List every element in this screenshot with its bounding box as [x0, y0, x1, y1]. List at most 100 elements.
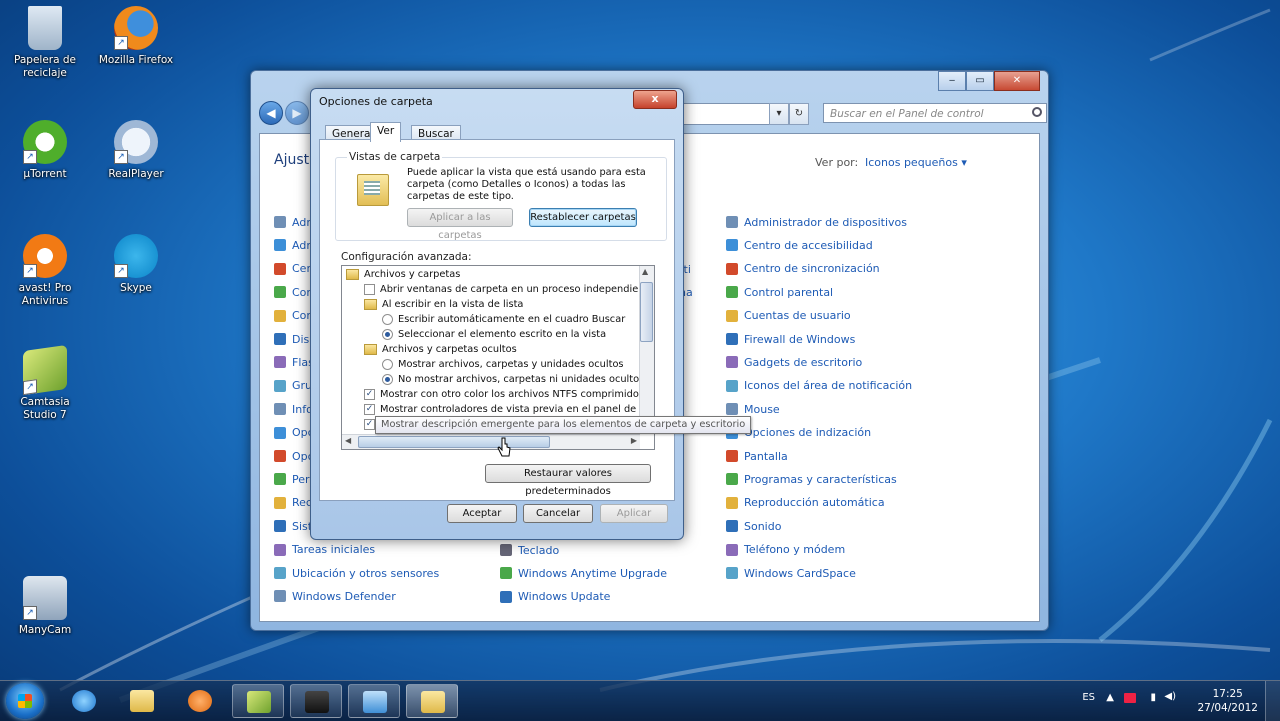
cp-item[interactable]: Opc — [274, 448, 314, 464]
ok-button[interactable]: Aceptar — [447, 504, 517, 523]
cp-item[interactable]: Mouse — [726, 401, 780, 417]
language-indicator[interactable]: ES — [1082, 692, 1095, 703]
cp-item[interactable]: Centro de sincronización — [726, 261, 880, 277]
tree-checkbox-option[interactable]: ✓ Mostrar con otro color los archivos NTF… — [364, 387, 654, 402]
cp-item[interactable]: Con — [274, 284, 313, 300]
desktop-icon-realplayer[interactable]: ↗ RealPlayer — [96, 120, 176, 181]
tree-checkbox-option[interactable]: Abrir ventanas de carpeta en un proceso … — [364, 282, 654, 297]
taskbar-folder-options[interactable] — [406, 684, 458, 718]
cp-item[interactable]: Cuentas de usuario — [726, 308, 851, 324]
cp-item-icon — [726, 450, 738, 462]
taskbar-camtasia[interactable] — [232, 684, 284, 718]
horizontal-scrollbar[interactable]: ◀ ▶ — [342, 434, 640, 449]
cp-item[interactable]: Rec — [274, 495, 312, 511]
folder-options-dialog[interactable]: Opciones de carpeta x General Ver Buscar… — [310, 88, 684, 540]
apply-to-folders-button[interactable]: Aplicar a las carpetas — [407, 208, 513, 241]
show-desktop-button[interactable] — [1265, 681, 1280, 721]
horizontal-scroll-thumb[interactable] — [358, 436, 550, 448]
cp-item[interactable]: Windows Anytime Upgrade — [500, 565, 667, 581]
cp-item[interactable]: Windows CardSpace — [726, 565, 856, 581]
cp-item[interactable]: Centro de accesibilidad — [726, 237, 873, 253]
address-dropdown-button[interactable]: ▾ — [769, 103, 789, 125]
cp-item[interactable]: Opc — [274, 425, 314, 441]
checkbox[interactable]: ✓ — [364, 419, 375, 430]
clock[interactable]: 17:25 27/04/2012 — [1197, 687, 1258, 715]
desktop-icon-firefox[interactable]: ↗ Mozilla Firefox — [96, 6, 176, 67]
desktop-icon-manycam[interactable]: ↗ ManyCam — [5, 576, 85, 637]
cp-item[interactable]: Flas — [274, 354, 314, 370]
cp-item-label: Programas y características — [744, 472, 897, 486]
cp-item[interactable]: Gru — [274, 378, 312, 394]
cp-item[interactable]: Teléfono y módem — [726, 542, 845, 558]
scroll-left-icon[interactable]: ◀ — [345, 436, 351, 445]
checkbox[interactable] — [364, 284, 375, 295]
cp-item-icon — [726, 403, 738, 416]
dialog-close-button[interactable]: x — [633, 90, 677, 109]
tree-radio-option[interactable]: Seleccionar el elemento escrito en la vi… — [382, 327, 606, 342]
tree-folder: Archivos y carpetas ocultos — [364, 342, 517, 357]
search-input[interactable]: Buscar en el Panel de control — [823, 103, 1047, 123]
cp-item[interactable]: Con — [274, 308, 313, 324]
cp-item[interactable]: Gadgets de escritorio — [726, 354, 862, 370]
cp-item[interactable]: Teclado — [500, 542, 559, 558]
taskbar-ie[interactable] — [58, 684, 110, 718]
cp-item[interactable]: Programas y características — [726, 471, 897, 487]
volume-icon[interactable]: ◀) — [1164, 691, 1176, 702]
cp-item[interactable]: Firewall de Windows — [726, 331, 855, 347]
taskbar-recorder[interactable] — [290, 684, 342, 718]
vertical-scroll-thumb[interactable] — [640, 282, 653, 342]
close-button[interactable]: ✕ — [994, 71, 1040, 91]
tree-radio-option[interactable]: Escribir automáticamente en el cuadro Bu… — [382, 312, 625, 327]
tree-checkbox-option[interactable]: ✓ Mostrar controladores de vista previa e… — [364, 402, 654, 417]
tree-row-label: Archivos y carpetas — [364, 269, 461, 280]
action-center-icon[interactable] — [1124, 693, 1136, 703]
refresh-button[interactable]: ↻ — [789, 103, 809, 125]
taskbar-control-panel[interactable] — [348, 684, 400, 718]
checkbox[interactable]: ✓ — [364, 389, 375, 400]
cp-item-icon — [726, 520, 738, 533]
cp-item[interactable]: Iconos del área de notificación — [726, 378, 912, 394]
cancel-button[interactable]: Cancelar — [523, 504, 593, 523]
radio-button[interactable] — [382, 329, 393, 340]
desktop-icon-recycle-bin[interactable]: Papelera de reciclaje — [5, 6, 85, 80]
vertical-scrollbar[interactable]: ▲ — [639, 266, 654, 434]
taskbar-media-player[interactable] — [174, 684, 226, 718]
desktop-icon-utorrent[interactable]: ↗ µTorrent — [5, 120, 85, 181]
taskbar-explorer[interactable] — [116, 684, 168, 718]
apply-button[interactable]: Aplicar — [600, 504, 668, 523]
checkbox[interactable]: ✓ — [364, 404, 375, 415]
cp-item[interactable]: Control parental — [726, 284, 833, 300]
cp-item[interactable]: Cen — [274, 261, 313, 277]
minimize-button[interactable]: ‒ — [938, 71, 966, 91]
desktop-icon-avast[interactable]: ↗ avast! Pro Antivirus — [5, 234, 85, 308]
network-icon[interactable]: ▮ — [1150, 692, 1156, 703]
forward-button[interactable]: ▶ — [285, 101, 309, 125]
scroll-right-icon[interactable]: ▶ — [631, 436, 637, 445]
reset-folders-button[interactable]: Restablecer carpetas — [529, 208, 637, 227]
cp-item[interactable]: Info — [274, 401, 313, 417]
desktop-icon-camtasia[interactable]: ↗ Camtasia Studio 7 — [5, 344, 85, 422]
radio-button[interactable] — [382, 359, 393, 370]
back-button[interactable]: ◀ — [259, 101, 283, 125]
cp-item[interactable]: Reproducción automática — [726, 495, 885, 511]
cp-item[interactable]: Sonido — [726, 518, 781, 534]
cp-item[interactable]: Windows Defender — [274, 588, 396, 604]
maximize-button[interactable]: ▭ — [966, 71, 994, 91]
show-hidden-icons-icon[interactable]: ▲ — [1106, 692, 1114, 703]
cp-item-icon — [726, 333, 738, 345]
tab-ver[interactable]: Ver — [370, 122, 402, 142]
radio-button[interactable] — [382, 314, 393, 325]
tree-radio-option[interactable]: Mostrar archivos, carpetas y unidades oc… — [382, 357, 624, 372]
view-by-dropdown[interactable]: Iconos pequeños ▾ — [865, 156, 967, 169]
radio-button[interactable] — [382, 374, 393, 385]
cp-item[interactable]: Pantalla — [726, 448, 788, 464]
cp-item[interactable]: Ubicación y otros sensores — [274, 565, 439, 581]
tree-radio-option[interactable]: No mostrar archivos, carpetas ni unidade… — [382, 372, 644, 387]
start-button[interactable] — [6, 683, 44, 719]
desktop-icon-skype[interactable]: ↗ Skype — [96, 234, 176, 295]
scroll-up-icon[interactable]: ▲ — [642, 267, 648, 276]
cp-item[interactable]: Windows Update — [500, 589, 610, 605]
cp-item[interactable]: Tareas iniciales — [274, 542, 375, 558]
restore-defaults-button[interactable]: Restaurar valores predeterminados — [485, 464, 651, 497]
cp-item[interactable]: Administrador de dispositivos — [726, 214, 907, 230]
